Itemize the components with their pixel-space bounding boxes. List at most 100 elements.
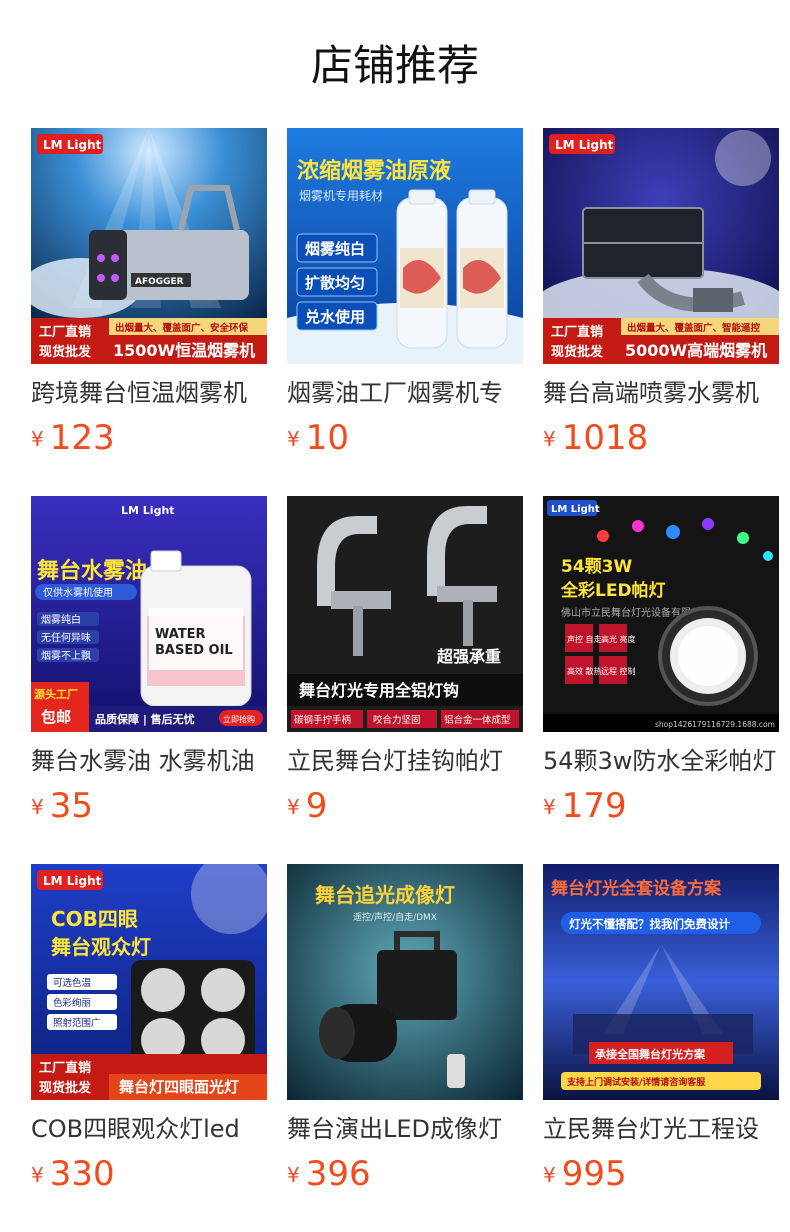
image-feature: 照射范围广: [53, 1017, 101, 1029]
price-value: 9: [305, 786, 328, 826]
image-tag-left-bottom: 现货批发: [551, 344, 604, 360]
currency-symbol: ¥: [287, 427, 300, 451]
product-price: ¥10: [287, 418, 349, 458]
currency-symbol: ¥: [287, 795, 300, 819]
product-grid: AFOGGER LM Light 出烟量大、覆盖面广、安全环保 1500W恒温烟…: [0, 0, 790, 1232]
price-value: 995: [561, 1154, 627, 1194]
product-name[interactable]: 舞台高端喷雾水雾机: [543, 376, 779, 410]
product-card[interactable]: LM Light COB四眼 舞台观众灯 可选色温 色彩绚丽 照射范围广 舞台灯…: [31, 864, 267, 1194]
image-headline-1: COB四眼: [51, 907, 138, 931]
product-name[interactable]: 立民舞台灯光工程设: [543, 1112, 779, 1146]
image-headline-2: 全彩LED帕灯: [560, 580, 666, 601]
image-feature: 高光 亮度: [601, 634, 636, 644]
image-tag-left-top: 工厂直销: [551, 324, 603, 340]
product-card[interactable]: 舞台追光成像灯 遥控/声控/自走/DMX 舞台演出LED成像灯 ¥396: [287, 864, 523, 1194]
image-subline: 仅供水雾机使用: [43, 586, 113, 599]
product-name[interactable]: 54颗3w防水全彩帕灯: [543, 744, 779, 778]
product-price: ¥35: [31, 786, 93, 826]
image-slogan: 超强承重: [436, 647, 501, 666]
image-feature: 烟雾纯白: [41, 613, 81, 626]
product-image[interactable]: 浓缩烟雾油原液 烟雾机专用耗材 烟雾纯白 扩散均匀 兑水使用: [287, 128, 523, 364]
price-value: 330: [49, 1154, 115, 1194]
image-tag-right: 舞台灯四眼面光灯: [119, 1078, 239, 1096]
price-value: 123: [49, 418, 115, 458]
image-logo: LM Light: [43, 138, 102, 152]
price-value: 1018: [561, 418, 649, 458]
image-footer: 品质保障 | 售后无忧: [95, 712, 195, 726]
product-card[interactable]: 舞台灯光全套设备方案 灯光不懂搭配？找我们免费设计 承接全国舞台灯光方案 支持上…: [543, 864, 779, 1194]
image-tag-left-top: 工厂直销: [39, 1060, 91, 1076]
image-subline: 灯光不懂搭配？找我们免费设计: [569, 917, 730, 931]
price-value: 35: [49, 786, 93, 826]
product-price: ¥330: [31, 1154, 115, 1194]
image-feature: 高效 散热: [567, 666, 602, 676]
price-value: 396: [305, 1154, 371, 1194]
product-image[interactable]: 舞台追光成像灯 遥控/声控/自走/DMX: [287, 864, 523, 1100]
product-name[interactable]: 舞台水雾油 水雾机油: [31, 744, 267, 778]
product-name[interactable]: 立民舞台灯挂钩帕灯: [287, 744, 523, 778]
image-logo: LM Light: [43, 874, 102, 888]
image-headline: 舞台灯光全套设备方案: [551, 878, 722, 899]
product-card[interactable]: LM Light 54颗3W 全彩LED帕灯 佛山市立民舞台灯光设备有限公司 声…: [543, 496, 779, 826]
image-tag-left-top: 工厂直销: [39, 324, 91, 340]
product-name[interactable]: 烟雾油工厂烟雾机专: [287, 376, 523, 410]
product-image[interactable]: AFOGGER LM Light 出烟量大、覆盖面广、安全环保 1500W恒温烟…: [31, 128, 267, 364]
image-feature: 烟雾纯白: [305, 240, 365, 258]
image-bottle-label: WATER: [155, 627, 206, 642]
product-image[interactable]: LM Light COB四眼 舞台观众灯 可选色温 色彩绚丽 照射范围广 舞台灯…: [31, 864, 267, 1100]
image-headline-1: 54颗3W: [561, 557, 632, 577]
product-image[interactable]: LM Light 舞台水雾油 仅供水雾机使用 烟雾纯白 无任何异味 烟雾不上飘 …: [31, 496, 267, 732]
image-headline: 舞台追光成像灯: [315, 883, 455, 907]
product-card[interactable]: LM Light 出烟量大、覆盖面广、智能遥控 5000W高端烟雾机 工厂直销 …: [543, 128, 779, 458]
product-image[interactable]: 超强承重 舞台灯光专用全铝灯钩 碳钢手拧手柄 咬合力坚固 铝合金一体成型: [287, 496, 523, 732]
image-brand: AFOGGER: [135, 277, 184, 287]
image-tag-right-top: 出烟量大、覆盖面广、智能遥控: [627, 322, 761, 334]
product-price: ¥179: [543, 786, 627, 826]
product-card[interactable]: 浓缩烟雾油原液 烟雾机专用耗材 烟雾纯白 扩散均匀 兑水使用 烟雾油工厂烟雾机专…: [287, 128, 523, 458]
image-subline: 烟雾机专用耗材: [299, 188, 383, 203]
image-footer: shop1426179116729.1688.com: [655, 720, 775, 729]
image-tag-left-bottom: 现货批发: [39, 344, 92, 360]
product-price: ¥123: [31, 418, 115, 458]
image-tag-right-top: 出烟量大、覆盖面广、安全环保: [115, 322, 249, 334]
image-logo: LM Light: [121, 504, 175, 517]
product-card[interactable]: LM Light 舞台水雾油 仅供水雾机使用 烟雾纯白 无任何异味 烟雾不上飘 …: [31, 496, 267, 826]
image-feature: 无任何异味: [41, 631, 91, 644]
product-name[interactable]: COB四眼观众灯led: [31, 1112, 267, 1146]
image-headline: 舞台水雾油: [37, 558, 147, 584]
product-image[interactable]: 舞台灯光全套设备方案 灯光不懂搭配？找我们免费设计 承接全国舞台灯光方案 支持上…: [543, 864, 779, 1100]
currency-symbol: ¥: [31, 427, 44, 451]
image-feature: 铝合金一体成型: [444, 714, 511, 726]
product-price: ¥995: [543, 1154, 627, 1194]
image-badge-bottom: 包邮: [41, 708, 71, 726]
price-value: 10: [305, 418, 349, 458]
image-logo: LM Light: [551, 504, 600, 515]
image-footer-button: 立即抢购: [223, 714, 255, 724]
image-feature: 可选色温: [53, 977, 92, 989]
image-feature: 碳钢手拧手柄: [294, 714, 351, 726]
image-tag-right-bottom: 5000W高端烟雾机: [625, 341, 767, 360]
image-subline: 遥控/声控/自走/DMX: [353, 911, 437, 923]
currency-symbol: ¥: [31, 1163, 44, 1187]
image-tag-left-bottom: 现货批发: [39, 1080, 92, 1096]
product-price: ¥396: [287, 1154, 371, 1194]
currency-symbol: ¥: [287, 1163, 300, 1187]
image-footer: 支持上门调试安装/详情请咨询客服: [566, 1076, 706, 1088]
currency-symbol: ¥: [31, 795, 44, 819]
product-image[interactable]: LM Light 54颗3W 全彩LED帕灯 佛山市立民舞台灯光设备有限公司 声…: [543, 496, 779, 732]
image-banner: 承接全国舞台灯光方案: [595, 1047, 706, 1061]
image-logo: LM Light: [555, 138, 614, 152]
image-feature: 兑水使用: [305, 308, 365, 326]
product-image[interactable]: LM Light 出烟量大、覆盖面广、智能遥控 5000W高端烟雾机 工厂直销 …: [543, 128, 779, 364]
product-name[interactable]: 跨境舞台恒温烟雾机: [31, 376, 267, 410]
image-feature: 声控 自走: [567, 634, 602, 644]
image-feature: 扩散均匀: [305, 274, 365, 292]
image-headline: 浓缩烟雾油原液: [297, 158, 451, 184]
currency-symbol: ¥: [543, 795, 556, 819]
image-headline-2: 舞台观众灯: [51, 935, 151, 959]
product-card[interactable]: 超强承重 舞台灯光专用全铝灯钩 碳钢手拧手柄 咬合力坚固 铝合金一体成型 立民舞…: [287, 496, 523, 826]
product-name[interactable]: 舞台演出LED成像灯: [287, 1112, 523, 1146]
currency-symbol: ¥: [543, 427, 556, 451]
product-card[interactable]: AFOGGER LM Light 出烟量大、覆盖面广、安全环保 1500W恒温烟…: [31, 128, 267, 458]
currency-symbol: ¥: [543, 1163, 556, 1187]
